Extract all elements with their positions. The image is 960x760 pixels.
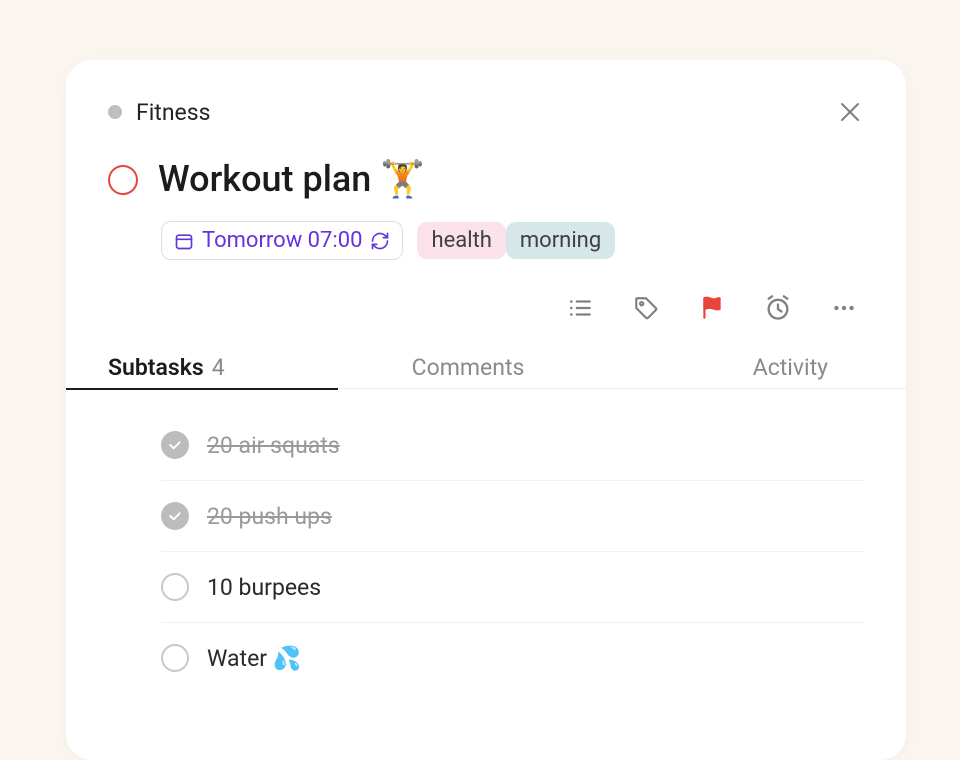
- close-button[interactable]: [836, 98, 864, 126]
- tab-subtasks-count: 4: [212, 354, 225, 381]
- label-button[interactable]: [632, 294, 660, 322]
- tab-activity[interactable]: Activity: [628, 346, 828, 388]
- subtask-label: 10 burpees: [207, 574, 321, 601]
- calendar-icon: [174, 231, 194, 251]
- tab-bar: Subtasks 4 Comments Activity: [66, 346, 906, 389]
- subtask-label: 20 air squats: [207, 432, 340, 459]
- reminder-button[interactable]: [764, 294, 792, 322]
- task-detail-card: Fitness Workout plan 🏋️ Tomorrow 07:00 h…: [66, 60, 906, 760]
- tag-chip[interactable]: morning: [506, 222, 615, 259]
- tag-chip[interactable]: health: [417, 222, 505, 259]
- project-color-dot: [108, 105, 122, 119]
- task-complete-checkbox[interactable]: [108, 165, 138, 195]
- subtask-label: Water 💦: [207, 645, 301, 672]
- task-toolbar: [108, 294, 864, 322]
- subtask-row[interactable]: 20 push ups: [161, 481, 864, 552]
- subtask-row[interactable]: Water 💦: [161, 623, 864, 693]
- priority-button[interactable]: [698, 294, 726, 322]
- subtask-list: 20 air squats 20 push ups 10 burpees Water …: [161, 410, 864, 693]
- task-meta-row: Tomorrow 07:00 healthmorning: [161, 221, 864, 260]
- list-icon: [567, 295, 593, 321]
- subtask-checkbox[interactable]: [161, 431, 189, 459]
- tab-comments-label: Comments: [412, 354, 525, 381]
- list-view-button[interactable]: [566, 294, 594, 322]
- task-title-row: Workout plan 🏋️: [108, 158, 864, 201]
- due-date-label: Tomorrow 07:00: [202, 228, 362, 253]
- tab-subtasks[interactable]: Subtasks 4: [108, 346, 308, 388]
- subtask-checkbox[interactable]: [161, 644, 189, 672]
- check-icon: [167, 437, 183, 453]
- recurring-icon: [370, 231, 390, 251]
- more-horizontal-icon: [831, 295, 857, 321]
- task-title[interactable]: Workout plan 🏋️: [158, 158, 425, 201]
- subtask-row[interactable]: 20 air squats: [161, 410, 864, 481]
- due-date-chip[interactable]: Tomorrow 07:00: [161, 221, 403, 260]
- breadcrumb[interactable]: Fitness: [108, 99, 210, 126]
- subtask-checkbox[interactable]: [161, 573, 189, 601]
- breadcrumb-label: Fitness: [136, 99, 210, 126]
- flag-icon: [699, 295, 725, 321]
- subtask-checkbox[interactable]: [161, 502, 189, 530]
- tag-list: healthmorning: [417, 222, 615, 259]
- tab-active-underline: [66, 388, 338, 390]
- tag-icon: [633, 295, 659, 321]
- card-header: Fitness: [108, 98, 864, 126]
- check-icon: [167, 508, 183, 524]
- tab-comments[interactable]: Comments: [368, 346, 568, 388]
- subtask-label: 20 push ups: [207, 503, 332, 530]
- more-options-button[interactable]: [830, 294, 858, 322]
- tab-activity-label: Activity: [753, 354, 828, 381]
- close-icon: [839, 101, 861, 123]
- subtask-row[interactable]: 10 burpees: [161, 552, 864, 623]
- tab-subtasks-label: Subtasks: [108, 354, 204, 381]
- alarm-clock-icon: [764, 294, 792, 322]
